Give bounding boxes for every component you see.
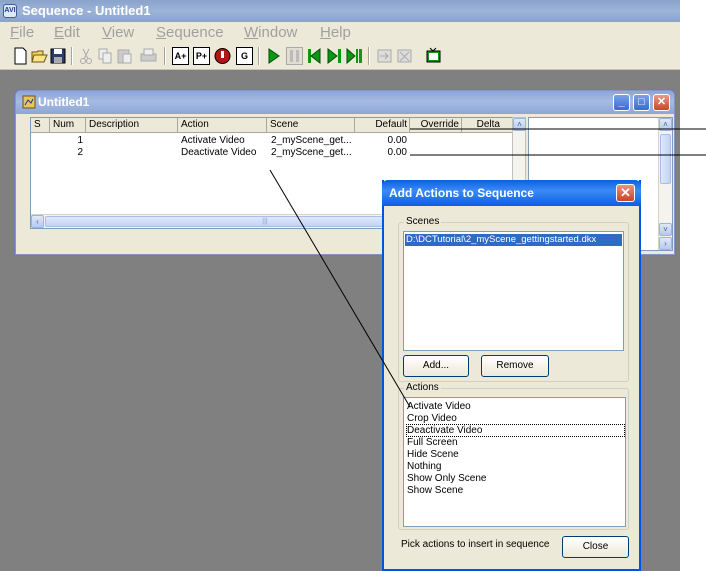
add-action-button[interactable]: A+: [172, 47, 189, 65]
dialog-close-icon[interactable]: ✕: [616, 184, 635, 202]
toolbar: A+ P+ G: [0, 43, 680, 70]
last-icon[interactable]: [346, 47, 363, 65]
actions-group-label: Actions: [404, 382, 441, 393]
close-window-button[interactable]: ✕: [653, 94, 670, 111]
g-button[interactable]: G: [236, 47, 253, 65]
minimize-button[interactable]: _: [613, 94, 630, 111]
action-item-crop-video[interactable]: Crop Video: [407, 413, 457, 424]
dialog-titlebar[interactable]: Add Actions to Sequence ✕: [382, 180, 641, 206]
action-item-full-screen[interactable]: Full Screen: [407, 437, 458, 448]
scroll-up-icon[interactable]: ˄: [513, 118, 526, 131]
side-scroll-up-icon[interactable]: ˄: [659, 118, 672, 131]
col-header-description[interactable]: Description: [86, 118, 178, 133]
open-folder-icon[interactable]: [31, 47, 48, 65]
menu-bar: File Edit View Sequence Window Help: [0, 22, 680, 43]
row2-num[interactable]: 2: [69, 147, 83, 159]
new-file-icon[interactable]: [12, 47, 29, 65]
scroll-left-icon[interactable]: ‹: [31, 215, 44, 228]
table-header: S Num Description Action Scene Default O…: [31, 118, 517, 133]
insert-icon[interactable]: [376, 47, 393, 65]
cut-icon[interactable]: [78, 47, 95, 65]
action-item-show-only-scene[interactable]: Show Only Scene: [407, 473, 487, 484]
add-pause-button[interactable]: P+: [193, 47, 210, 65]
app-title: Sequence - Untitled1: [22, 3, 151, 18]
action-item-deactivate-video[interactable]: Deactivate Video: [406, 424, 625, 437]
side-pane-scrollbar[interactable]: ˄ ˅ ›: [658, 118, 672, 250]
toolbar-separator: [71, 47, 73, 65]
sequence-window-title: Untitled1: [38, 95, 90, 109]
menu-view[interactable]: View: [102, 24, 134, 41]
next-icon[interactable]: [326, 47, 343, 65]
play-icon[interactable]: [265, 47, 282, 65]
col-header-s[interactable]: S: [31, 118, 50, 133]
actions-group: Actions Activate Video Crop Video Deacti…: [398, 382, 629, 530]
row2-default[interactable]: 0.00: [361, 147, 407, 159]
action-item-activate-video[interactable]: Activate Video: [407, 401, 471, 412]
sequence-window-titlebar[interactable]: Untitled1 _ □ ✕: [16, 91, 674, 114]
scenes-group-label: Scenes: [404, 216, 442, 227]
side-scroll-right-icon[interactable]: ›: [659, 237, 672, 250]
col-header-default[interactable]: Default: [355, 118, 410, 133]
side-scroll-down-icon[interactable]: ˅: [659, 223, 672, 236]
action-item-show-scene[interactable]: Show Scene: [407, 485, 463, 496]
scene-item[interactable]: D:\DCTutorial\2_myScene_gettingstarted.d…: [405, 234, 622, 246]
first-icon[interactable]: [306, 47, 323, 65]
row1-scene[interactable]: 2_myScene_get...: [271, 135, 352, 147]
col-header-delta[interactable]: Delta: [462, 118, 502, 133]
menu-edit[interactable]: Edit: [54, 24, 80, 41]
dialog-close-button[interactable]: Close: [562, 536, 629, 558]
scenes-listbox[interactable]: D:\DCTutorial\2_myScene_gettingstarted.d…: [403, 231, 624, 351]
paste-icon[interactable]: [116, 47, 133, 65]
stop-record-icon[interactable]: [214, 47, 231, 65]
col-header-override[interactable]: Override: [410, 118, 462, 133]
copy-icon[interactable]: [97, 47, 114, 65]
col-header-action[interactable]: Action: [178, 118, 267, 133]
add-scene-button[interactable]: Add...: [403, 355, 469, 377]
scenes-group: Scenes D:\DCTutorial\2_myScene_gettingst…: [398, 216, 629, 382]
main-window: AVI Sequence - Untitled1 File Edit View …: [0, 0, 680, 571]
row1-action[interactable]: Activate Video: [181, 135, 245, 147]
add-actions-dialog: Add Actions to Sequence ✕ Scenes D:\DCTu…: [382, 180, 641, 571]
action-item-hide-scene[interactable]: Hide Scene: [407, 449, 459, 460]
toolbar-separator: [368, 47, 370, 65]
col-header-scene[interactable]: Scene: [267, 118, 355, 133]
side-scroll-thumb[interactable]: [660, 134, 671, 184]
menu-sequence[interactable]: Sequence: [156, 24, 224, 41]
menu-help[interactable]: Help: [320, 24, 351, 41]
print-icon[interactable]: [140, 47, 157, 65]
row2-scene[interactable]: 2_myScene_get...: [271, 147, 352, 159]
action-item-nothing[interactable]: Nothing: [407, 461, 441, 472]
app-icon: AVI: [3, 4, 17, 18]
save-disk-icon[interactable]: [50, 47, 67, 65]
toolbar-separator: [258, 47, 260, 65]
menu-file[interactable]: File: [10, 24, 34, 41]
maximize-button[interactable]: □: [633, 94, 650, 111]
toolbar-separator: [164, 47, 166, 65]
row1-default[interactable]: 0.00: [361, 135, 407, 147]
menu-window[interactable]: Window: [244, 24, 297, 41]
pause-icon[interactable]: [286, 47, 303, 65]
dialog-hint: Pick actions to insert in sequence: [401, 539, 550, 550]
monitor-icon[interactable]: [425, 47, 442, 65]
sequence-doc-icon: [22, 95, 36, 109]
delete-icon[interactable]: [396, 47, 413, 65]
actions-listbox[interactable]: Activate Video Crop Video Deactivate Vid…: [403, 397, 626, 527]
col-header-num[interactable]: Num: [50, 118, 86, 133]
dialog-title: Add Actions to Sequence: [389, 186, 534, 200]
row1-num[interactable]: 1: [69, 135, 83, 147]
app-titlebar[interactable]: AVI Sequence - Untitled1: [0, 0, 680, 22]
remove-scene-button[interactable]: Remove: [481, 355, 549, 377]
row2-action[interactable]: Deactivate Video: [181, 147, 256, 159]
